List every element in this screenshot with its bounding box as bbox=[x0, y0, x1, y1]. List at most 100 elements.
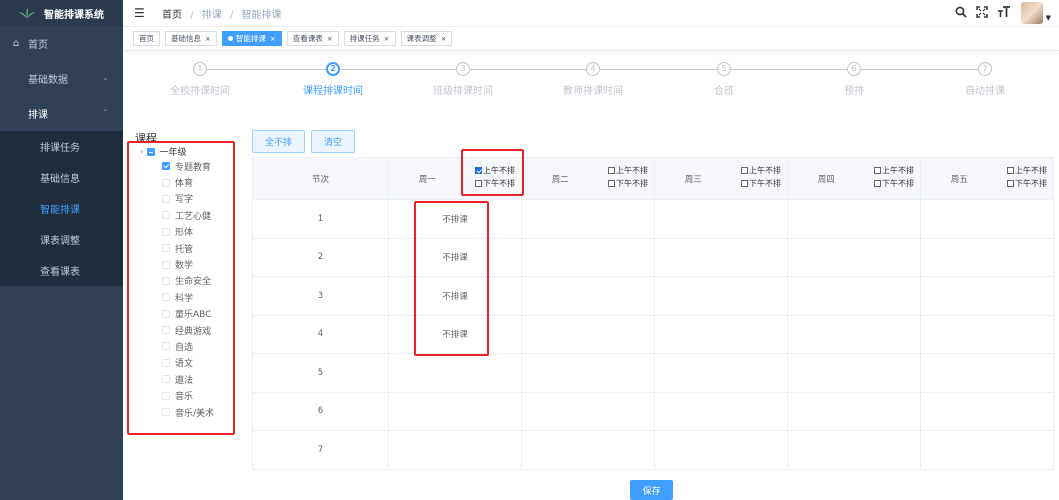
clear-button[interactable]: 清空 bbox=[311, 130, 355, 153]
tree-item[interactable]: 童乐ABC bbox=[140, 306, 214, 322]
course-checkbox[interactable] bbox=[162, 408, 170, 417]
course-checkbox[interactable] bbox=[162, 326, 170, 335]
course-checkbox[interactable] bbox=[162, 162, 170, 171]
schedule-cell[interactable] bbox=[920, 314, 1054, 354]
schedule-cell[interactable] bbox=[787, 237, 921, 277]
course-checkbox[interactable] bbox=[162, 211, 170, 220]
close-icon[interactable]: × bbox=[270, 35, 276, 43]
course-checkbox[interactable] bbox=[162, 227, 170, 236]
sidebar-item-scheduling[interactable]: 排课 ⌃ bbox=[0, 96, 123, 131]
course-checkbox[interactable] bbox=[162, 260, 170, 269]
course-checkbox[interactable] bbox=[162, 178, 170, 187]
search-icon[interactable] bbox=[955, 6, 967, 21]
schedule-cell[interactable] bbox=[787, 430, 921, 470]
tree-item[interactable]: 工艺心健 bbox=[140, 207, 214, 223]
afternoon-exclude-checkbox[interactable]: 下午不排 bbox=[608, 177, 648, 190]
caret-down-icon[interactable]: ▾ bbox=[140, 148, 144, 156]
morning-exclude-checkbox[interactable]: 上午不排 bbox=[475, 164, 515, 177]
close-icon[interactable]: × bbox=[384, 35, 390, 43]
checkbox-box[interactable] bbox=[874, 180, 881, 187]
schedule-cell[interactable] bbox=[388, 430, 522, 470]
schedule-cell[interactable] bbox=[920, 237, 1054, 277]
tag-basic-info[interactable]: 基础信息 × bbox=[165, 31, 217, 46]
checkbox-box[interactable] bbox=[741, 180, 748, 187]
close-icon[interactable]: × bbox=[441, 35, 447, 43]
tree-item[interactable]: 语文 bbox=[140, 355, 214, 371]
schedule-cell[interactable] bbox=[787, 199, 921, 239]
schedule-cell[interactable] bbox=[521, 199, 655, 239]
schedule-cell[interactable] bbox=[521, 430, 655, 470]
tag-adjust-timetable[interactable]: 课表调整 × bbox=[400, 31, 453, 46]
course-checkbox[interactable] bbox=[162, 358, 170, 367]
tree-item[interactable]: 音乐/美术 bbox=[140, 404, 214, 420]
breadcrumb-home[interactable]: 首页 bbox=[162, 10, 182, 21]
step-1[interactable]: 1 全校排课时间 bbox=[140, 62, 260, 97]
sidebar-item-adjust-timetable[interactable]: 课表调整 bbox=[0, 224, 123, 255]
afternoon-exclude-checkbox[interactable]: 下午不排 bbox=[1007, 177, 1047, 190]
schedule-cell[interactable] bbox=[654, 237, 788, 277]
tag-schedule-task[interactable]: 排课任务 × bbox=[343, 31, 396, 46]
tree-item[interactable]: 数学 bbox=[140, 256, 214, 272]
morning-exclude-checkbox[interactable]: 上午不排 bbox=[608, 164, 648, 177]
checkbox-box[interactable] bbox=[475, 180, 482, 187]
schedule-cell[interactable] bbox=[521, 314, 655, 354]
checkbox-box[interactable] bbox=[874, 167, 881, 174]
tree-item[interactable]: 形体 bbox=[140, 224, 214, 240]
schedule-cell[interactable] bbox=[654, 391, 788, 431]
step-3[interactable]: 3 班级排课时间 bbox=[403, 62, 523, 97]
step-5[interactable]: 5 合班 bbox=[664, 62, 784, 97]
sidebar-item-home[interactable]: ⌂ 首页 bbox=[0, 26, 123, 61]
step-6[interactable]: 6 预排 bbox=[794, 62, 914, 97]
schedule-cell[interactable]: 不排课 bbox=[388, 237, 522, 277]
sidebar-item-schedule-task[interactable]: 排课任务 bbox=[0, 131, 123, 162]
schedule-cell[interactable] bbox=[787, 276, 921, 316]
sidebar-item-view-timetable[interactable]: 查看课表 bbox=[0, 255, 123, 286]
morning-exclude-checkbox[interactable]: 上午不排 bbox=[1007, 164, 1047, 177]
course-checkbox[interactable] bbox=[162, 293, 170, 302]
tag-home[interactable]: 首页 bbox=[133, 31, 160, 46]
schedule-cell[interactable]: 不排课 bbox=[388, 199, 522, 239]
schedule-cell[interactable] bbox=[521, 353, 655, 393]
morning-exclude-checkbox[interactable]: 上午不排 bbox=[874, 164, 914, 177]
course-checkbox[interactable] bbox=[162, 244, 170, 253]
save-button[interactable]: 保存 bbox=[630, 480, 673, 500]
sidebar-item-basic-data[interactable]: 基础数据 ⌄ bbox=[0, 61, 123, 96]
afternoon-exclude-checkbox[interactable]: 下午不排 bbox=[874, 177, 914, 190]
tree-item[interactable]: 经典游戏 bbox=[140, 322, 214, 338]
tree-item[interactable]: 音乐 bbox=[140, 387, 214, 403]
schedule-cell[interactable]: 不排课 bbox=[388, 314, 522, 354]
schedule-cell[interactable] bbox=[388, 391, 522, 431]
schedule-cell[interactable] bbox=[654, 353, 788, 393]
tree-item[interactable]: 体育 bbox=[140, 174, 214, 190]
schedule-cell[interactable] bbox=[521, 391, 655, 431]
caret-down-icon[interactable]: ▼ bbox=[1046, 14, 1051, 22]
close-icon[interactable]: × bbox=[205, 35, 211, 43]
schedule-cell[interactable] bbox=[521, 276, 655, 316]
step-7[interactable]: 7 自动排课 bbox=[925, 62, 1045, 97]
schedule-cell[interactable] bbox=[654, 276, 788, 316]
course-checkbox[interactable] bbox=[162, 194, 170, 203]
checkbox-box[interactable] bbox=[608, 180, 615, 187]
schedule-cell[interactable] bbox=[920, 353, 1054, 393]
step-2[interactable]: 2 课程排课时间 bbox=[273, 62, 393, 97]
schedule-cell[interactable] bbox=[787, 391, 921, 431]
checkbox-grade-one[interactable] bbox=[146, 147, 155, 156]
tree-item[interactable]: 科学 bbox=[140, 289, 214, 305]
checkbox-box[interactable] bbox=[1007, 167, 1014, 174]
avatar[interactable] bbox=[1020, 2, 1043, 24]
tree-item[interactable]: 自选 bbox=[140, 338, 214, 354]
tree-root[interactable]: ▾ 一年级 bbox=[140, 145, 214, 158]
schedule-cell[interactable] bbox=[654, 314, 788, 354]
sidebar-item-smart-schedule[interactable]: 智能排课 bbox=[0, 193, 123, 224]
schedule-cell[interactable] bbox=[787, 353, 921, 393]
afternoon-exclude-checkbox[interactable]: 下午不排 bbox=[475, 177, 515, 190]
schedule-cell[interactable] bbox=[920, 430, 1054, 470]
tree-item[interactable]: 遨法 bbox=[140, 371, 214, 387]
tree-item[interactable]: 写字 bbox=[140, 191, 214, 207]
schedule-cell[interactable] bbox=[388, 353, 522, 393]
sidebar-item-basic-info[interactable]: 基础信息 bbox=[0, 162, 123, 193]
tree-item[interactable]: 专题教育 bbox=[140, 158, 214, 174]
morning-exclude-checkbox[interactable]: 上午不排 bbox=[741, 164, 781, 177]
checkbox-box[interactable] bbox=[1007, 180, 1014, 187]
tree-item[interactable]: 生命安全 bbox=[140, 273, 214, 289]
